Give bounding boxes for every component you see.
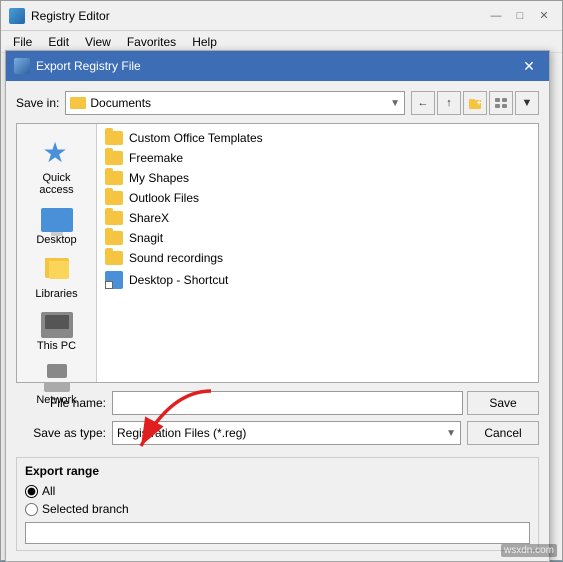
save-in-dropdown[interactable]: Documents ▼	[65, 91, 405, 115]
menu-edit[interactable]: Edit	[40, 33, 77, 51]
radio-all-label[interactable]: All	[42, 484, 55, 498]
savetype-label: Save as type:	[16, 426, 106, 440]
window-controls: — □ ✕	[486, 6, 554, 26]
network-icon	[41, 364, 73, 392]
registry-editor-title: Registry Editor	[31, 9, 110, 23]
file-name: My Shapes	[129, 171, 189, 185]
savetype-arrow-icon: ▼	[446, 428, 456, 439]
save-in-value: Documents	[90, 96, 390, 110]
maximize-button[interactable]: □	[510, 6, 530, 26]
sidebar-item-quick-access[interactable]: Quick access	[21, 134, 93, 200]
view-button[interactable]	[489, 91, 513, 115]
filename-row: File name: Save	[16, 391, 539, 415]
file-item-outlook-files[interactable]: Outlook Files	[101, 188, 534, 208]
menu-favorites[interactable]: Favorites	[119, 33, 184, 51]
file-item-freemake[interactable]: Freemake	[101, 148, 534, 168]
menu-file[interactable]: File	[5, 33, 40, 51]
dropdown-arrow-icon: ▼	[390, 98, 400, 109]
file-browser-area: Quick access Desktop Libraries This PC N…	[16, 123, 539, 383]
file-name: Custom Office Templates	[129, 131, 263, 145]
folder-icon	[105, 251, 123, 265]
dialog-body: Save in: Documents ▼ ← ↑	[6, 81, 549, 561]
export-range-section: Export range All Selected branch	[16, 457, 539, 551]
save-in-row: Save in: Documents ▼ ← ↑	[16, 91, 539, 115]
quick-access-icon	[41, 138, 73, 170]
file-name: Outlook Files	[129, 191, 199, 205]
new-folder-button[interactable]	[463, 91, 487, 115]
save-button[interactable]: Save	[467, 391, 539, 415]
close-button[interactable]: ✕	[534, 6, 554, 26]
bottom-controls: File name: Save Save as type: Registrati…	[16, 383, 539, 449]
folder-icon	[105, 191, 123, 205]
this-pc-label: This PC	[37, 340, 76, 352]
radio-all[interactable]	[25, 485, 38, 498]
desktop-icon	[41, 208, 73, 232]
file-name: Freemake	[129, 151, 183, 165]
file-item-sound-recordings[interactable]: Sound recordings	[101, 248, 534, 268]
save-in-label: Save in:	[16, 96, 59, 110]
savetype-value: Registration Files (*.reg)	[117, 426, 446, 440]
libraries-label: Libraries	[35, 288, 77, 300]
radio-selected-label[interactable]: Selected branch	[42, 502, 129, 516]
folder-icon-small	[70, 97, 86, 109]
back-button[interactable]: ←	[411, 91, 435, 115]
branch-path-input[interactable]	[25, 522, 530, 544]
menu-view[interactable]: View	[77, 33, 119, 51]
sidebar-item-this-pc[interactable]: This PC	[21, 308, 93, 356]
places-sidebar: Quick access Desktop Libraries This PC N…	[17, 124, 97, 382]
file-item-custom-office[interactable]: Custom Office Templates	[101, 128, 534, 148]
radio-selected[interactable]	[25, 503, 38, 516]
file-item-sharex[interactable]: ShareX	[101, 208, 534, 228]
cancel-button[interactable]: Cancel	[467, 421, 539, 445]
folder-icon	[105, 171, 123, 185]
folder-icon	[105, 131, 123, 145]
file-name: Snagit	[129, 231, 163, 245]
file-name: ShareX	[129, 211, 169, 225]
export-range-title: Export range	[25, 464, 530, 478]
shortcut-icon	[105, 271, 123, 289]
menu-help[interactable]: Help	[184, 33, 225, 51]
dialog-title: Export Registry File	[36, 59, 517, 73]
file-item-snagit[interactable]: Snagit	[101, 228, 534, 248]
sidebar-item-libraries[interactable]: Libraries	[21, 254, 93, 304]
savetype-dropdown[interactable]: Registration Files (*.reg) ▼	[112, 421, 461, 445]
libraries-icon	[41, 258, 73, 286]
filename-input-wrap: Save	[112, 391, 539, 415]
radio-row-selected: Selected branch	[25, 502, 530, 516]
dialog-title-icon	[14, 58, 30, 74]
file-list: Custom Office Templates Freemake My Shap…	[97, 124, 538, 382]
export-registry-dialog: Export Registry File ✕ Save in: Document…	[5, 50, 550, 562]
up-folder-button[interactable]: ↑	[437, 91, 461, 115]
file-name: Desktop - Shortcut	[129, 273, 228, 287]
registry-editor-titlebar: Registry Editor — □ ✕	[1, 1, 562, 31]
savetype-row: Save as type: Registration Files (*.reg)…	[16, 421, 539, 445]
quick-access-label: Quick access	[25, 172, 89, 196]
folder-icon	[105, 211, 123, 225]
minimize-button[interactable]: —	[486, 6, 506, 26]
more-options-button[interactable]: ▼	[515, 91, 539, 115]
registry-editor-icon	[9, 8, 25, 24]
this-pc-icon	[41, 312, 73, 338]
folder-icon	[105, 231, 123, 245]
radio-row-all: All	[25, 484, 530, 498]
file-name: Sound recordings	[129, 251, 223, 265]
dialog-titlebar: Export Registry File ✕	[6, 51, 549, 81]
file-item-desktop-shortcut[interactable]: Desktop - Shortcut	[101, 268, 534, 292]
file-item-my-shapes[interactable]: My Shapes	[101, 168, 534, 188]
toolbar-buttons: ← ↑	[411, 91, 539, 115]
folder-icon	[105, 151, 123, 165]
dialog-close-button[interactable]: ✕	[517, 54, 541, 78]
filename-input[interactable]	[112, 391, 463, 415]
filename-label: File name:	[16, 396, 106, 410]
sidebar-item-desktop[interactable]: Desktop	[21, 204, 93, 250]
watermark: wsxdn.com	[501, 544, 557, 557]
